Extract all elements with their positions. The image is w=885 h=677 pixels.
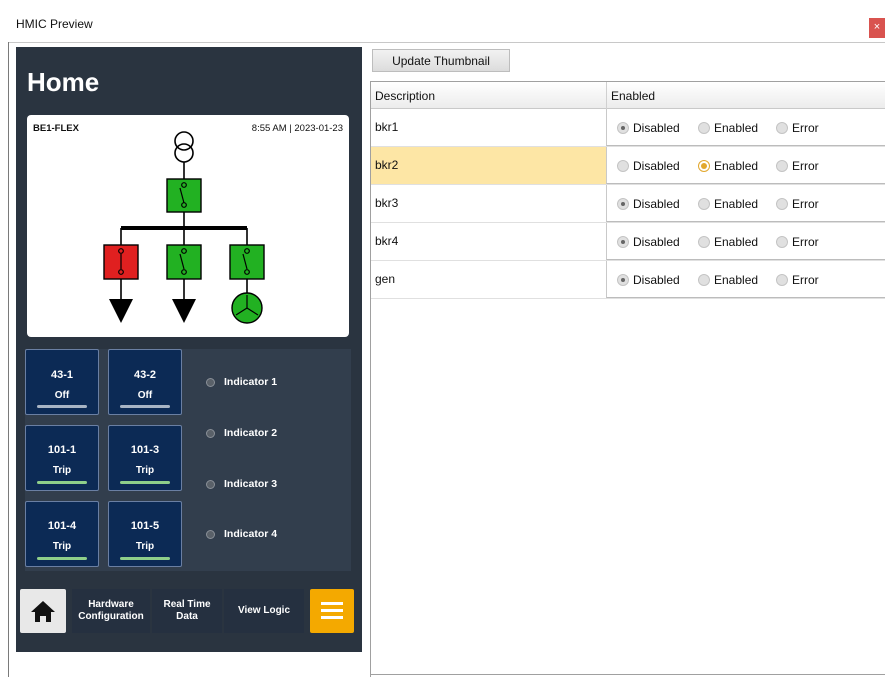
enabled-radio-group: Disabled Enabled Error	[606, 147, 885, 184]
tile-status-bar	[37, 557, 87, 560]
tile-status-bar	[120, 557, 170, 560]
indicator-1: Indicator 1	[206, 375, 277, 389]
tile-status-bar	[120, 405, 170, 408]
table-row[interactable]: bkr2 Disabled Enabled Error	[371, 147, 885, 185]
radio-enabled[interactable]: Enabled	[698, 196, 758, 212]
home-icon	[31, 601, 55, 622]
row-description[interactable]: bkr2	[371, 147, 606, 184]
indicator-3: Indicator 3	[206, 477, 277, 491]
led-icon	[206, 428, 215, 438]
window-title: HMIC Preview	[16, 17, 93, 31]
control-tile-101-5[interactable]: 101-5 Trip	[108, 501, 182, 567]
hmi-nav-bar: Hardware Configuration Real Time Data View…	[20, 585, 358, 635]
grid-header: Description Enabled	[371, 82, 885, 109]
radio-disabled[interactable]: Disabled	[617, 120, 680, 136]
row-description[interactable]: bkr4	[371, 223, 606, 260]
radio-error[interactable]: Error	[776, 120, 819, 136]
radio-error[interactable]: Error	[776, 272, 819, 288]
indicator-panel: Indicator 1 Indicator 2 Indicator 3 Indi…	[193, 349, 351, 571]
data-grid: Description Enabled bkr1 Disabled Enable…	[370, 81, 885, 677]
control-tile-43-2[interactable]: 43-2 Off	[108, 349, 182, 415]
hmi-screen-preview: Home BE1-FLEX 8:55 AM | 2023-01-23 43-1 …	[16, 47, 362, 652]
column-header-enabled[interactable]: Enabled	[611, 89, 655, 103]
generator-icon	[231, 292, 263, 324]
hmi-page-title: Home	[27, 67, 100, 97]
radio-error[interactable]: Error	[776, 158, 819, 174]
enabled-radio-group: Disabled Enabled Error	[606, 223, 885, 260]
home-button[interactable]	[20, 589, 66, 633]
grid-bottom-border	[370, 674, 885, 675]
led-icon	[206, 529, 215, 539]
control-tile-101-4[interactable]: 101-4 Trip	[25, 501, 99, 567]
control-tile-43-1[interactable]: 43-1 Off	[25, 349, 99, 415]
control-tile-101-1[interactable]: 101-1 Trip	[25, 425, 99, 491]
indicator-2: Indicator 2	[206, 426, 277, 440]
radio-disabled[interactable]: Disabled	[617, 196, 680, 212]
window-divider	[8, 42, 885, 43]
table-row[interactable]: bkr1 Disabled Enabled Error	[371, 109, 885, 147]
radio-error[interactable]: Error	[776, 234, 819, 250]
row-description[interactable]: gen	[371, 261, 606, 298]
load-1-icon	[109, 299, 133, 323]
main-breaker-icon[interactable]	[166, 178, 202, 213]
radio-disabled[interactable]: Disabled	[617, 158, 680, 174]
control-tile-101-3[interactable]: 101-3 Trip	[108, 425, 182, 491]
feeder-breaker-2-icon[interactable]	[166, 244, 202, 280]
row-description[interactable]: bkr3	[371, 185, 606, 222]
radio-enabled[interactable]: Enabled	[698, 158, 758, 174]
tile-status-bar	[120, 481, 170, 484]
hardware-configuration-button[interactable]: Hardware Configuration	[72, 589, 150, 633]
radio-disabled[interactable]: Disabled	[617, 272, 680, 288]
feeder-breaker-1-icon[interactable]	[103, 244, 139, 280]
row-description[interactable]: bkr1	[371, 109, 606, 146]
radio-error[interactable]: Error	[776, 196, 819, 212]
control-area: 43-1 Off 43-2 Off 101-1 Trip 101-3 Trip …	[25, 349, 351, 571]
enabled-radio-group: Disabled Enabled Error	[606, 109, 885, 146]
enabled-radio-group: Disabled Enabled Error	[606, 185, 885, 222]
led-icon	[206, 479, 215, 489]
feeder-breaker-3-icon[interactable]	[229, 244, 265, 280]
radio-disabled[interactable]: Disabled	[617, 234, 680, 250]
indicator-4: Indicator 4	[206, 527, 277, 541]
menu-icon	[321, 602, 343, 605]
enabled-radio-group: Disabled Enabled Error	[606, 261, 885, 298]
radio-enabled[interactable]: Enabled	[698, 272, 758, 288]
real-time-data-button[interactable]: Real Time Data	[152, 589, 222, 633]
view-logic-button[interactable]: View Logic	[224, 589, 304, 633]
update-thumbnail-button[interactable]: Update Thumbnail	[372, 49, 510, 72]
table-row[interactable]: bkr4 Disabled Enabled Error	[371, 223, 885, 261]
led-icon	[206, 377, 215, 387]
radio-enabled[interactable]: Enabled	[698, 234, 758, 250]
tile-status-bar	[37, 481, 87, 484]
load-2-icon	[172, 299, 196, 323]
transformer-icon	[174, 131, 194, 163]
close-button[interactable]: ×	[869, 18, 885, 38]
table-row[interactable]: bkr3 Disabled Enabled Error	[371, 185, 885, 223]
window-left-border	[8, 42, 9, 677]
table-row[interactable]: gen Disabled Enabled Error	[371, 261, 885, 299]
menu-button[interactable]	[310, 589, 354, 633]
tile-status-bar	[37, 405, 87, 408]
one-line-diagram: BE1-FLEX 8:55 AM | 2023-01-23	[27, 115, 349, 337]
column-header-description[interactable]: Description	[375, 89, 435, 103]
radio-enabled[interactable]: Enabled	[698, 120, 758, 136]
